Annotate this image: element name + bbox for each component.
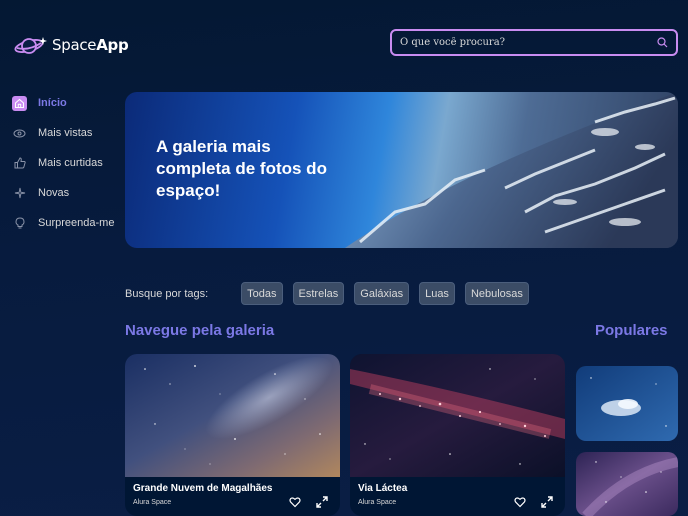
sidebar-item-mais-curtidas[interactable]: Mais curtidas	[12, 148, 114, 178]
popular-starfield-image	[576, 452, 678, 516]
thumbs-up-icon	[12, 156, 27, 171]
tag-filter-bar: Busque por tags: Todas Estrelas Galáxias…	[125, 282, 539, 305]
gallery-title: Navegue pela galeria	[125, 322, 275, 339]
sidebar-item-novas[interactable]: Novas	[12, 178, 114, 208]
tag-galaxias[interactable]: Galáxias	[354, 282, 410, 305]
popular-nebula-image	[576, 366, 678, 441]
search-input[interactable]	[400, 37, 657, 48]
tag-estrelas[interactable]: Estrelas	[292, 282, 345, 305]
expand-icon[interactable]	[541, 496, 553, 508]
tag-nebulosas[interactable]: Nebulosas	[464, 282, 529, 305]
planet-logo-icon	[14, 37, 47, 54]
magellanic-cloud-image	[125, 354, 340, 477]
sidebar-item-inicio[interactable]: Início	[12, 88, 114, 118]
hero-banner: A galeria mais completa de fotos do espa…	[125, 92, 678, 248]
logo[interactable]: SpaceApp	[14, 33, 129, 57]
sidebar-item-label: Novas	[38, 187, 70, 199]
sparkle-icon	[12, 186, 27, 201]
popular-title: Populares	[595, 322, 668, 339]
sidebar-item-label: Mais vistas	[38, 127, 93, 139]
logo-text: SpaceApp	[52, 36, 129, 54]
sidebar-item-label: Surpreenda-me	[38, 217, 115, 229]
card-title: Grande Nuvem de Magalhães	[133, 483, 273, 494]
search-bar[interactable]	[390, 29, 678, 56]
home-icon	[12, 95, 27, 111]
sidebar-item-label: Mais curtidas	[38, 157, 103, 169]
popular-image[interactable]	[576, 366, 678, 441]
popular-image[interactable]	[576, 452, 678, 516]
gallery-card[interactable]: Grande Nuvem de Magalhães Alura Space	[125, 354, 340, 516]
card-title: Via Láctea	[358, 483, 408, 494]
card-author: Alura Space	[133, 499, 172, 506]
sidebar-item-label: Início	[38, 97, 67, 109]
heart-icon[interactable]	[514, 496, 526, 508]
sidebar-item-mais-vistas[interactable]: Mais vistas	[12, 118, 114, 148]
card-author: Alura Space	[358, 499, 397, 506]
tag-luas[interactable]: Luas	[419, 282, 455, 305]
eye-icon	[12, 126, 27, 141]
hero-title: A galeria mais completa de fotos do espa…	[156, 137, 327, 200]
sidebar-item-surpreenda-me[interactable]: Surpreenda-me	[12, 208, 114, 238]
gallery-card[interactable]: Via Láctea Alura Space	[350, 354, 565, 516]
heart-icon[interactable]	[289, 496, 301, 508]
lightbulb-icon	[12, 216, 27, 231]
expand-icon[interactable]	[316, 496, 328, 508]
search-icon[interactable]	[657, 37, 668, 48]
milky-way-image	[350, 354, 565, 477]
tags-label: Busque por tags:	[125, 287, 209, 300]
sidebar: Início Mais vistas Mais curtidas Novas S…	[12, 88, 114, 238]
tag-todas[interactable]: Todas	[241, 282, 283, 305]
